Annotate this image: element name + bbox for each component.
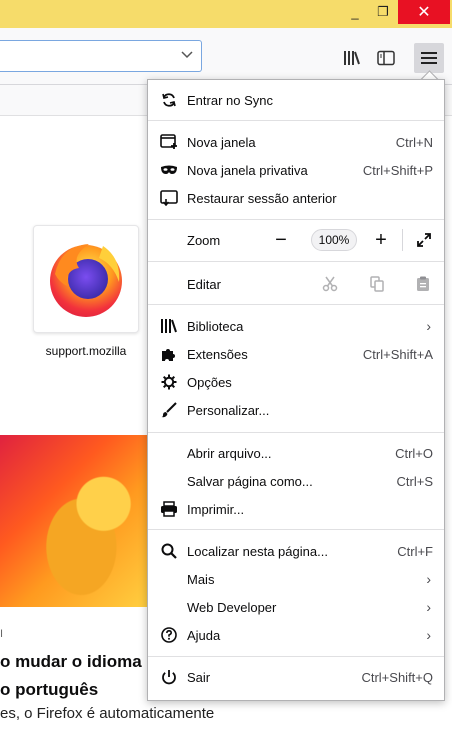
menu-item-help[interactable]: Ajuda › [148, 621, 444, 649]
menu-item-label: Entrar no Sync [187, 92, 273, 108]
menu-shortcut: Ctrl+Shift+Q [361, 669, 433, 685]
fullscreen-icon[interactable] [413, 229, 435, 251]
library-icon[interactable] [338, 44, 366, 72]
menu-item-label: Restaurar sessão anterior [187, 190, 337, 206]
sidebar-icon[interactable] [372, 44, 400, 72]
menu-item-label: Nova janela privativa [187, 162, 308, 178]
menu-separator [148, 120, 444, 121]
menu-shortcut: Ctrl+Shift+P [362, 162, 433, 178]
paste-icon[interactable] [412, 273, 434, 295]
article-meta: I [0, 628, 4, 640]
restore-session-icon [158, 187, 180, 209]
menu-item-private-window[interactable]: Nova janela privativa Ctrl+Shift+P [148, 156, 444, 184]
chevron-right-icon: › [426, 599, 431, 615]
chevron-right-icon: › [426, 571, 431, 587]
zoom-label: Zoom [187, 232, 221, 248]
maximize-button[interactable]: ❐ [368, 0, 398, 24]
power-icon [158, 666, 180, 688]
menu-item-label: Opções [187, 374, 232, 390]
app-menu-panel: Entrar no Sync Nova janela Ctrl+N Nova j… [147, 79, 445, 701]
menu-item-web-developer[interactable]: Web Developer › [148, 593, 444, 621]
firefox-logo-icon [50, 244, 122, 317]
search-icon [158, 540, 180, 562]
zoom-in-button[interactable]: + [370, 229, 392, 251]
menu-item-label: Biblioteca [187, 318, 244, 334]
help-icon [158, 624, 180, 646]
menu-item-options[interactable]: Opções [148, 368, 444, 396]
menu-item-library[interactable]: Biblioteca › [148, 312, 444, 340]
chevron-right-icon: › [426, 627, 431, 643]
menu-item-label: Imprimir... [187, 501, 245, 517]
menu-item-more[interactable]: Mais › [148, 565, 444, 593]
puzzle-piece-icon [158, 343, 180, 365]
zoom-separator [402, 229, 403, 251]
hamburger-menu-icon[interactable] [414, 43, 444, 73]
menu-item-label: Personalizar... [187, 402, 270, 418]
menu-separator [148, 219, 444, 220]
menu-item-label: Salvar página como... [187, 473, 313, 489]
menu-shortcut: Ctrl+F [397, 543, 433, 559]
menu-item-save-page[interactable]: Salvar página como... Ctrl+S [148, 467, 444, 495]
library-icon [158, 315, 180, 337]
zoom-reset-button[interactable]: 100% [311, 229, 357, 251]
printer-icon [158, 498, 180, 520]
article-image[interactable] [0, 435, 148, 607]
menu-item-label: Nova janela [187, 134, 256, 150]
zoom-out-button[interactable]: − [270, 229, 292, 251]
copy-icon[interactable] [366, 273, 388, 295]
address-bar[interactable] [0, 40, 202, 72]
menu-separator [148, 529, 444, 530]
menu-item-open-file[interactable]: Abrir arquivo... Ctrl+O [148, 439, 444, 467]
menu-shortcut: Ctrl+O [395, 445, 433, 461]
edit-label: Editar [187, 276, 221, 292]
article-title-line-1[interactable]: o mudar o idioma [0, 652, 142, 672]
menu-edit-row: Editar [148, 270, 444, 298]
menu-item-restore-session[interactable]: Restaurar sessão anterior [148, 184, 444, 212]
cut-icon[interactable] [319, 273, 341, 295]
menu-item-label: Localizar nesta página... [187, 543, 328, 559]
gear-icon [158, 371, 180, 393]
menu-item-label: Mais [187, 571, 215, 587]
menu-shortcut: Ctrl+S [396, 473, 433, 489]
chevron-down-icon[interactable] [181, 48, 193, 62]
menu-item-label: Sair [187, 669, 211, 685]
menu-item-sync[interactable]: Entrar no Sync [148, 86, 444, 114]
new-window-icon [158, 131, 180, 153]
paintbrush-icon [158, 399, 180, 421]
menu-zoom-row: Zoom [148, 226, 444, 254]
menu-shortcut: Ctrl+Shift+A [362, 346, 433, 362]
menu-item-quit[interactable]: Sair Ctrl+Shift+Q [148, 663, 444, 691]
menu-item-label: Extensões [187, 346, 248, 362]
top-site-tile[interactable] [33, 225, 139, 333]
menu-item-find[interactable]: Localizar nesta página... Ctrl+F [148, 537, 444, 565]
menu-item-new-window[interactable]: Nova janela Ctrl+N [148, 128, 444, 156]
menu-item-addons[interactable]: Extensões Ctrl+Shift+A [148, 340, 444, 368]
menu-item-label: Ajuda [187, 627, 221, 643]
private-mask-icon [158, 159, 180, 181]
menu-item-label: Web Developer [187, 599, 277, 615]
menu-separator [148, 656, 444, 657]
sync-icon [158, 89, 180, 111]
top-site-label[interactable]: support.mozilla [20, 344, 152, 358]
article-title-line-2[interactable]: o português [0, 680, 98, 700]
menu-separator [148, 261, 444, 262]
chevron-right-icon: › [426, 318, 431, 334]
menu-separator [148, 304, 444, 305]
article-snippet: es, o Firefox é automaticamente [0, 705, 215, 722]
close-window-button[interactable]: ✕ [398, 0, 450, 24]
minimize-button[interactable]: _ [340, 0, 370, 24]
menu-shortcut: Ctrl+N [395, 134, 433, 150]
menu-item-label: Abrir arquivo... [187, 445, 272, 461]
menu-item-customize[interactable]: Personalizar... [148, 396, 444, 424]
menu-separator [148, 432, 444, 433]
menu-item-print[interactable]: Imprimir... [148, 495, 444, 523]
